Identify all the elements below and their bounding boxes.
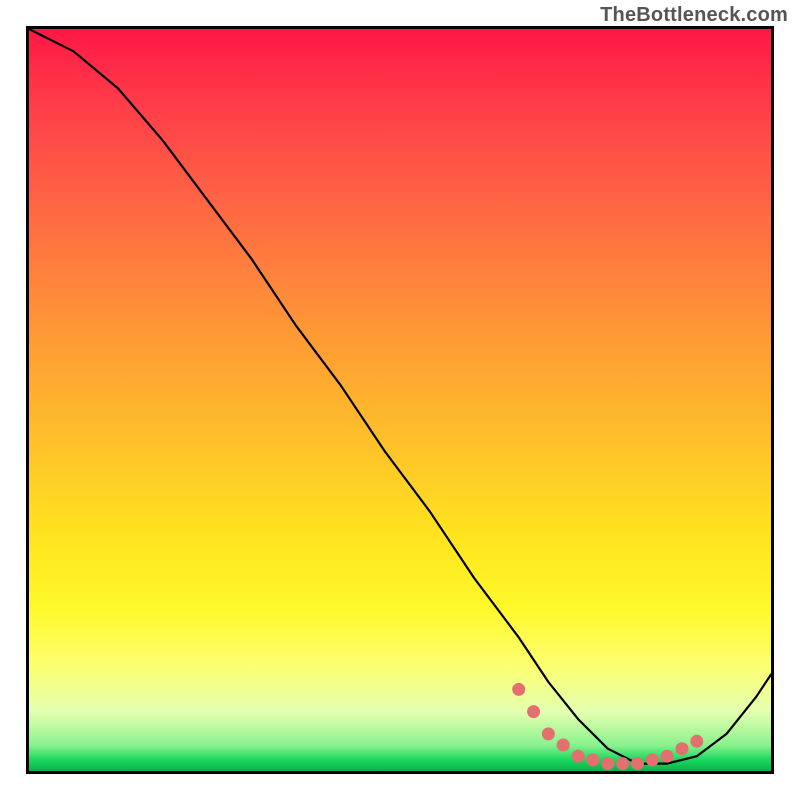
highlight-dot	[601, 757, 614, 770]
figure-container: TheBottleneck.com	[0, 0, 800, 800]
highlight-dot	[676, 742, 689, 755]
chart-svg	[29, 29, 771, 771]
optimal-range-highlight-group	[512, 683, 703, 770]
highlight-dot	[646, 753, 659, 766]
highlight-dot	[586, 753, 599, 766]
plot-area	[26, 26, 774, 774]
highlight-dot	[512, 683, 525, 696]
highlight-dot	[542, 727, 555, 740]
highlight-dot	[690, 735, 703, 748]
bottleneck-curve	[29, 29, 771, 764]
highlight-dot	[572, 750, 585, 763]
highlight-dot	[557, 739, 570, 752]
highlight-dot	[661, 750, 674, 763]
highlight-dot	[527, 705, 540, 718]
attribution-text: TheBottleneck.com	[600, 4, 788, 27]
highlight-dot	[616, 757, 629, 770]
highlight-dot	[631, 757, 644, 770]
